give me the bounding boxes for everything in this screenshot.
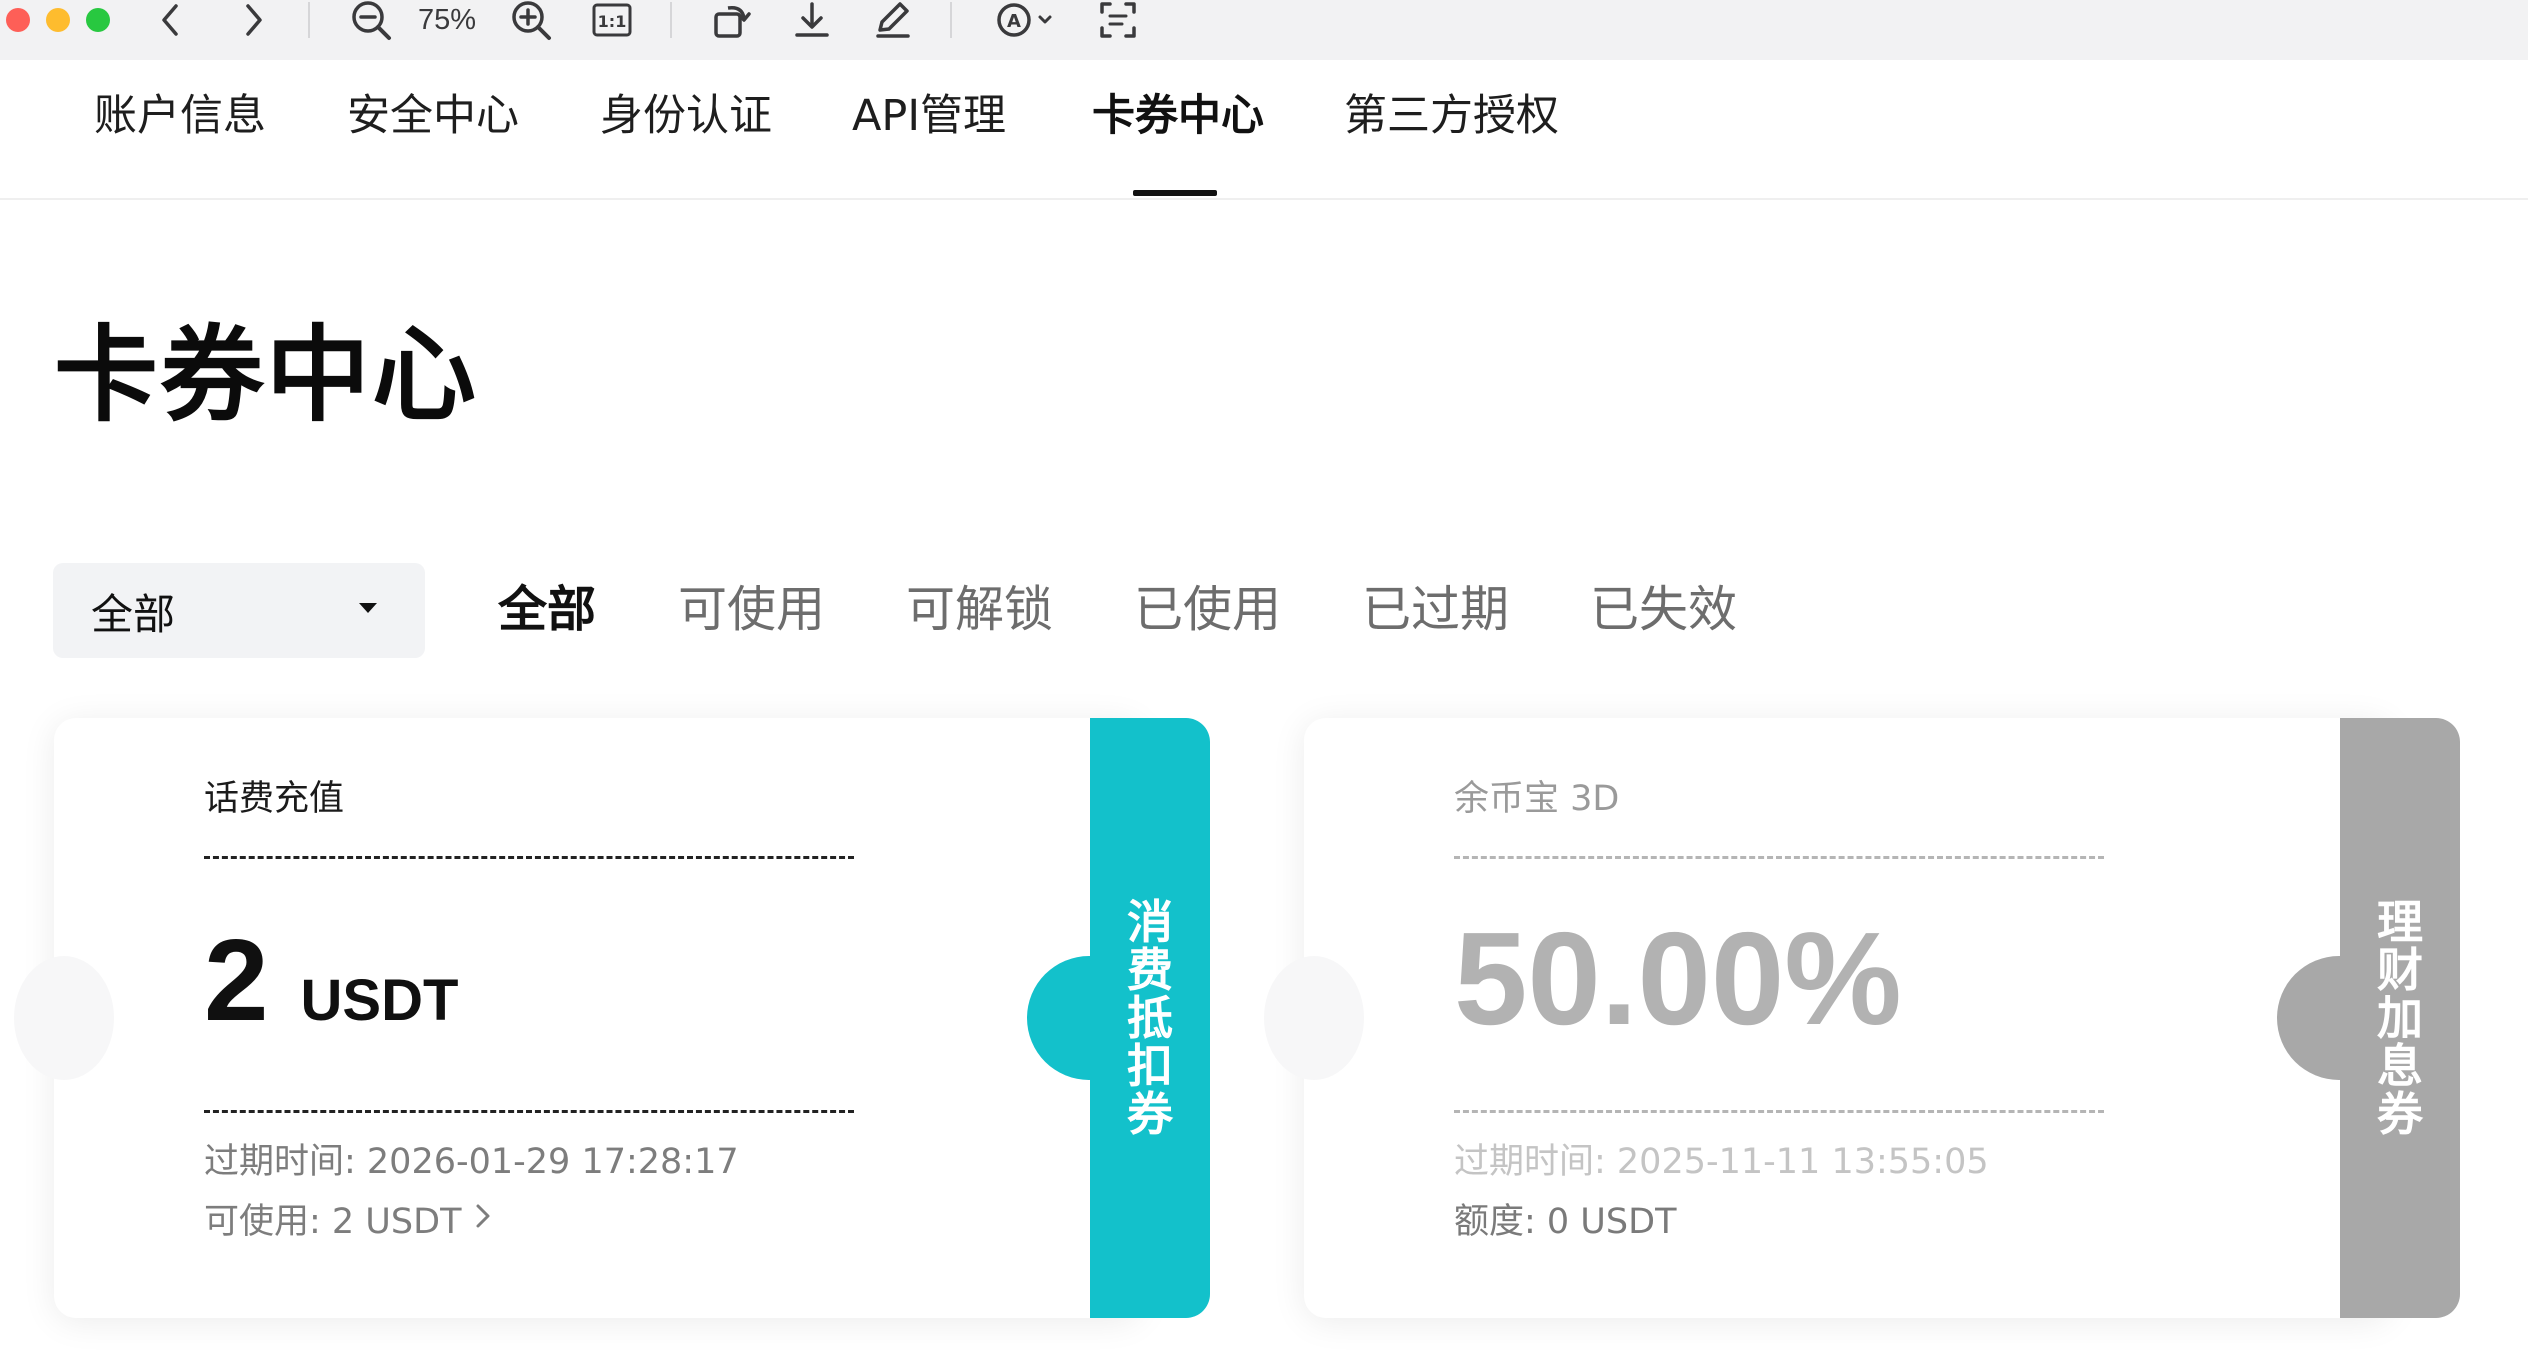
- coupon-quota-text: 额度: 0 USDT: [1454, 1202, 1677, 1242]
- markup-icon[interactable]: A: [992, 0, 1058, 40]
- coupon-rate-value: 50.00%: [1454, 905, 1902, 1052]
- coupon-type-char: 扣: [1127, 1039, 1173, 1093]
- status-tab-all[interactable]: 全部: [498, 578, 596, 642]
- page-title: 卡券中心: [54, 314, 479, 436]
- chevron-right-icon[interactable]: [234, 0, 274, 40]
- coupon-type-char: 理: [2377, 895, 2423, 949]
- close-window-button[interactable]: [6, 8, 30, 32]
- status-tab-unlockable[interactable]: 可解锁: [906, 578, 1053, 642]
- coupon-type-strip: 理财加息券: [2340, 718, 2460, 1318]
- toolbar-divider: [308, 2, 310, 38]
- scan-text-icon[interactable]: [1096, 0, 1140, 40]
- dashed-divider: [204, 856, 854, 859]
- coupon-type-char: 券: [1127, 1087, 1173, 1141]
- coupon-type-char: 加: [2377, 991, 2423, 1045]
- dashed-divider: [204, 1110, 854, 1113]
- caret-down-icon: [359, 603, 377, 613]
- tab-third-party-auth[interactable]: 第三方授权: [1344, 85, 1559, 147]
- minimize-window-button[interactable]: [46, 8, 70, 32]
- coupon-amount-value: 2: [204, 915, 269, 1045]
- coupon-card[interactable]: 余币宝 3D 50.00% 过期时间: 2025-11-11 13:55:05 …: [1264, 718, 2478, 1318]
- coupon-amount: 2 USDT: [204, 913, 458, 1047]
- coupon-type-char: 费: [1127, 943, 1173, 997]
- coupon-type-label: 理财加息券: [2340, 718, 2460, 1318]
- chevron-right-icon: [475, 1199, 491, 1239]
- coupon-expire-time: 过期时间: 2025-11-11 13:55:05: [1454, 1142, 1989, 1182]
- chevron-left-icon[interactable]: [150, 0, 190, 40]
- annotate-icon[interactable]: [870, 0, 914, 40]
- tab-api-management[interactable]: API管理: [852, 85, 1006, 147]
- zoom-out-icon[interactable]: [348, 0, 394, 40]
- status-tab-invalid[interactable]: 已失效: [1590, 578, 1737, 642]
- status-tab-used[interactable]: 已使用: [1134, 578, 1281, 642]
- coupon-type-char: 券: [2377, 1087, 2423, 1141]
- tab-security-center[interactable]: 安全中心: [347, 85, 519, 147]
- coupon-title: 余币宝 3D: [1454, 779, 1620, 819]
- rotate-icon[interactable]: [710, 0, 754, 40]
- ticket-notch: [1264, 956, 1364, 1080]
- coupon-quota: 额度: 0 USDT: [1454, 1193, 1676, 1244]
- coupon-title: 话费充值: [204, 779, 345, 819]
- tab-identity-verification[interactable]: 身份认证: [600, 85, 772, 147]
- select-value: 全部: [91, 590, 176, 639]
- coupon-type-select[interactable]: 全部: [53, 563, 425, 658]
- actual-size-icon[interactable]: 1:1: [590, 0, 634, 40]
- dashed-divider: [1454, 856, 2104, 859]
- zoom-in-icon[interactable]: [508, 0, 554, 40]
- download-icon[interactable]: [790, 0, 834, 40]
- svg-text:1:1: 1:1: [598, 12, 627, 31]
- coupon-usable-text: 可使用: 2 USDT: [204, 1202, 462, 1242]
- tab-account-info[interactable]: 账户信息: [94, 85, 266, 147]
- dashed-divider: [1454, 1110, 2104, 1113]
- coupon-amount-unit: USDT: [300, 968, 459, 1033]
- coupon-usable-link[interactable]: 可使用: 2 USDT: [204, 1193, 491, 1244]
- toolbar-divider: [670, 2, 672, 38]
- coupon-card[interactable]: 话费充值 2 USDT 过期时间: 2026-01-29 17:28:17 可使…: [14, 718, 1228, 1318]
- active-tab-indicator: [1133, 190, 1217, 196]
- status-tab-usable[interactable]: 可使用: [678, 578, 825, 642]
- tab-coupon-center[interactable]: 卡券中心: [1092, 85, 1264, 147]
- coupon-expire-time: 过期时间: 2026-01-29 17:28:17: [204, 1142, 739, 1182]
- zoom-level: 75%: [418, 4, 477, 36]
- coupon-type-char: 抵: [1127, 991, 1173, 1045]
- toolbar-divider: [950, 2, 952, 38]
- svg-text:A: A: [1007, 11, 1021, 32]
- coupon-type-label: 消费抵扣券: [1090, 718, 1210, 1318]
- window-toolbar: 75% 1:1 A: [0, 0, 2528, 60]
- zoom-window-button[interactable]: [86, 8, 110, 32]
- account-tabs: 账户信息 安全中心 身份认证 API管理 卡券中心 第三方授权: [0, 60, 2528, 200]
- coupon-amount: 50.00%: [1454, 903, 1902, 1054]
- coupon-type-char: 财: [2377, 943, 2423, 997]
- coupon-type-strip: 消费抵扣券: [1090, 718, 1210, 1318]
- coupon-type-char: 息: [2377, 1039, 2423, 1093]
- ticket-notch: [14, 956, 114, 1080]
- status-tab-expired[interactable]: 已过期: [1362, 578, 1509, 642]
- coupon-type-char: 消: [1127, 895, 1173, 949]
